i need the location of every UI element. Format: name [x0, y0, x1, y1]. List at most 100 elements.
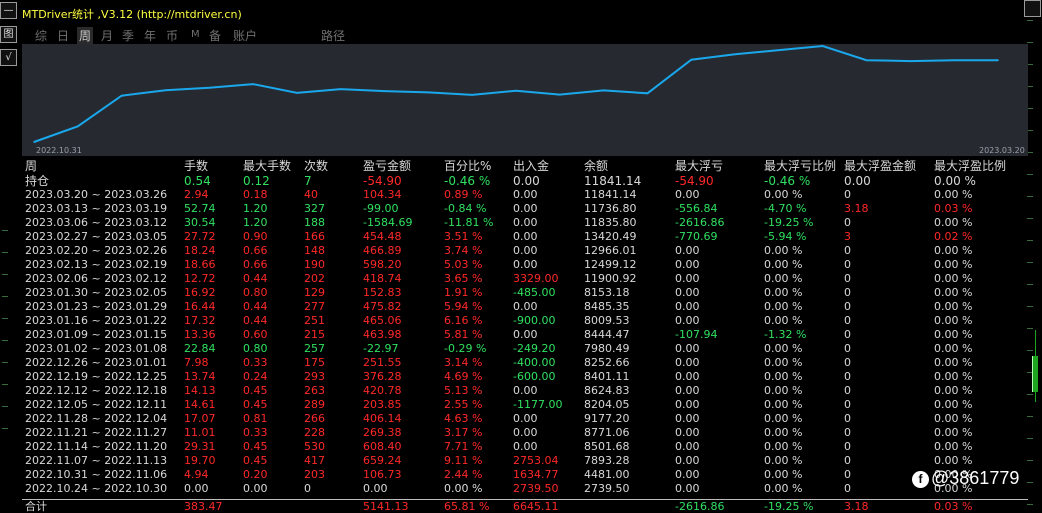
header-cell: 周 [25, 159, 38, 173]
table-cell: 14.13 [184, 384, 216, 397]
period-cell: 2023.01.16 ~ 2023.01.22 [25, 314, 168, 327]
table-cell: -249.20 [513, 342, 556, 355]
table-cell: 454.48 [363, 230, 402, 243]
table-row[interactable]: 2022.11.28 ~ 2022.12.04 17.07 0.81 266 406.1… [22, 412, 1028, 426]
table-cell: 0 [844, 314, 851, 327]
tab-m[interactable]: M [191, 29, 200, 40]
tab-currency[interactable]: 币 [166, 27, 178, 44]
table-row[interactable]: 2022.12.26 ~ 2023.01.01 7.98 0.33 175 251.55… [22, 356, 1028, 370]
table-row[interactable]: 2023.02.27 ~ 2023.03.05 27.72 0.90 166 454.4… [22, 230, 1028, 244]
holding-row[interactable]: 持仓 0.54 0.12 7 -54.90 -0.46 % 0.00 11841.14 -54… [22, 174, 1028, 188]
table-row[interactable]: 2023.01.16 ~ 2023.01.22 17.32 0.44 251 465.0… [22, 314, 1028, 328]
equity-point [252, 83, 254, 85]
table-cell: 0.00 % [934, 384, 973, 397]
tab-day[interactable]: 日 [57, 27, 69, 44]
table-cell: 0.00 % [764, 370, 803, 383]
table-row[interactable]: 2023.01.23 ~ 2023.01.29 16.44 0.44 277 475.8… [22, 300, 1028, 314]
table-row[interactable]: 2022.10.31 ~ 2022.11.06 4.94 0.20 203 106.73… [22, 468, 1028, 482]
tab-year[interactable]: 年 [144, 27, 156, 44]
table-cell: 289 [304, 398, 325, 411]
table-row[interactable]: 2023.02.20 ~ 2023.02.26 18.24 0.66 148 466.8… [22, 244, 1028, 258]
table-cell: 5.81 % [444, 328, 483, 341]
table-cell: 2.55 % [444, 398, 483, 411]
table-row[interactable]: 2023.02.06 ~ 2023.02.12 12.72 0.44 202 418.7… [22, 272, 1028, 286]
watermark-text: @3861779 [931, 468, 1020, 488]
header-cell: 余额 [584, 159, 609, 173]
table-cell: 0.60 [243, 328, 268, 341]
tab-month[interactable]: 月 [101, 27, 113, 44]
table-cell: 11835.80 [584, 216, 637, 229]
table-cell: 0.00 % [764, 314, 803, 327]
right-grid-marks [1027, 20, 1035, 513]
header-cell: 最大浮盈比例 [934, 159, 1007, 173]
table-cell: 12966.01 [584, 244, 637, 257]
weibo-icon: f [912, 471, 929, 488]
table-row[interactable]: 2023.01.02 ~ 2023.01.08 22.84 0.80 257 -22.9… [22, 342, 1028, 356]
table-row[interactable]: 2023.02.13 ~ 2023.02.19 18.66 0.66 190 598.2… [22, 258, 1028, 272]
chart-toggle-button[interactable]: 图 [0, 26, 17, 43]
table-cell: 0 [844, 328, 851, 341]
table-cell: 0.00 % [934, 244, 973, 257]
table-row[interactable]: 2022.11.07 ~ 2022.11.13 19.70 0.45 417 659.2… [22, 454, 1028, 468]
table-cell: 0 [844, 258, 851, 271]
table-cell: 106.73 [363, 468, 402, 481]
table-cell: 0.45 [243, 398, 268, 411]
table-cell: -1584.69 [363, 216, 413, 229]
table-header-row: 周 手数 最大手数 次数 盈亏金额 百分比% 出入金 余额 最大浮亏 最大浮亏比… [22, 159, 1028, 174]
table-cell: 175 [304, 356, 325, 369]
table-cell: 8444.47 [584, 328, 630, 341]
table-row[interactable]: 2022.12.19 ~ 2022.12.25 13.74 0.24 293 376.2… [22, 370, 1028, 384]
equity-point [559, 93, 561, 96]
tab-account[interactable]: 账户 [233, 27, 257, 44]
table-row[interactable]: 2023.01.30 ~ 2023.02.05 16.92 0.80 129 152.8… [22, 286, 1028, 300]
table-cell: 0 [844, 370, 851, 383]
table-cell: 4.69 % [444, 370, 483, 383]
tab-notes[interactable]: 备 [209, 27, 221, 44]
tab-quarter[interactable]: 季 [122, 27, 134, 44]
table-cell: 3.51 % [444, 230, 483, 243]
tab-path[interactable]: 路径 [321, 27, 345, 44]
table-cell: 8624.83 [584, 384, 630, 397]
table-row[interactable]: 2022.11.14 ~ 2022.11.20 29.31 0.45 530 608.4… [22, 440, 1028, 454]
table-cell: 0 [844, 356, 851, 369]
table-cell: 0.00 % [934, 314, 973, 327]
table-cell: 0.33 [243, 426, 268, 439]
table-cell: 0.00 % [934, 286, 973, 299]
period-cell: 2022.10.31 ~ 2022.11.06 [25, 468, 168, 481]
tab-summary[interactable]: 综 [35, 27, 47, 44]
table-cell: 13420.49 [584, 230, 637, 243]
table-cell: 0 [844, 426, 851, 439]
table-cell: 0.00 [675, 244, 700, 257]
period-cell: 2022.12.19 ~ 2022.12.25 [25, 370, 168, 383]
table-cell: 0.00 [675, 356, 700, 369]
table-row[interactable]: 2022.11.21 ~ 2022.11.27 11.01 0.33 228 269.3… [22, 426, 1028, 440]
table-row[interactable]: 2022.10.24 ~ 2022.10.30 0.00 0.00 0 0.00 0.00… [22, 482, 1028, 496]
chart-start-date: 2022.10.31 [36, 146, 82, 155]
header-cell: 最大手数 [243, 159, 292, 173]
corner-button[interactable] [1024, 0, 1041, 17]
equity-point [383, 90, 386, 92]
period-cell: 2023.02.27 ~ 2023.03.05 [25, 230, 168, 243]
equity-point [734, 53, 736, 56]
check-button[interactable]: √ [0, 49, 17, 66]
table-cell: -556.84 [675, 202, 718, 215]
table-row[interactable]: 2022.12.12 ~ 2022.12.18 14.13 0.45 263 420.7… [22, 384, 1028, 398]
table-cell: 0.00 [513, 328, 538, 341]
tab-week[interactable]: 周 [77, 27, 94, 44]
minimize-button[interactable]: — [0, 2, 17, 19]
table-cell: -2616.86 [675, 500, 725, 513]
table-row[interactable]: 2023.03.13 ~ 2023.03.19 52.74 1.20 327 -99.0… [22, 202, 1028, 216]
table-cell: -19.25 % [764, 500, 814, 513]
equity-point [208, 87, 211, 89]
table-cell: 2753.04 [513, 454, 559, 467]
table-row[interactable]: 2022.12.05 ~ 2022.12.11 14.61 0.45 289 203.8… [22, 398, 1028, 412]
table-cell: 0.02 % [934, 230, 973, 243]
table-cell: 2.44 % [444, 468, 483, 481]
table-cell: 277 [304, 300, 325, 313]
table-row[interactable]: 2023.03.06 ~ 2023.03.12 30.54 1.20 188 -1584… [22, 216, 1028, 230]
table-row[interactable]: 2023.03.20 ~ 2023.03.26 2.94 0.18 40 104.34 0… [22, 188, 1028, 202]
table-row[interactable]: 2023.01.09 ~ 2023.01.15 13.36 0.60 215 463.9… [22, 328, 1028, 342]
table-cell: 0.00 [675, 188, 700, 201]
header-cell: 次数 [304, 159, 329, 173]
table-cell: 0 [844, 454, 851, 467]
